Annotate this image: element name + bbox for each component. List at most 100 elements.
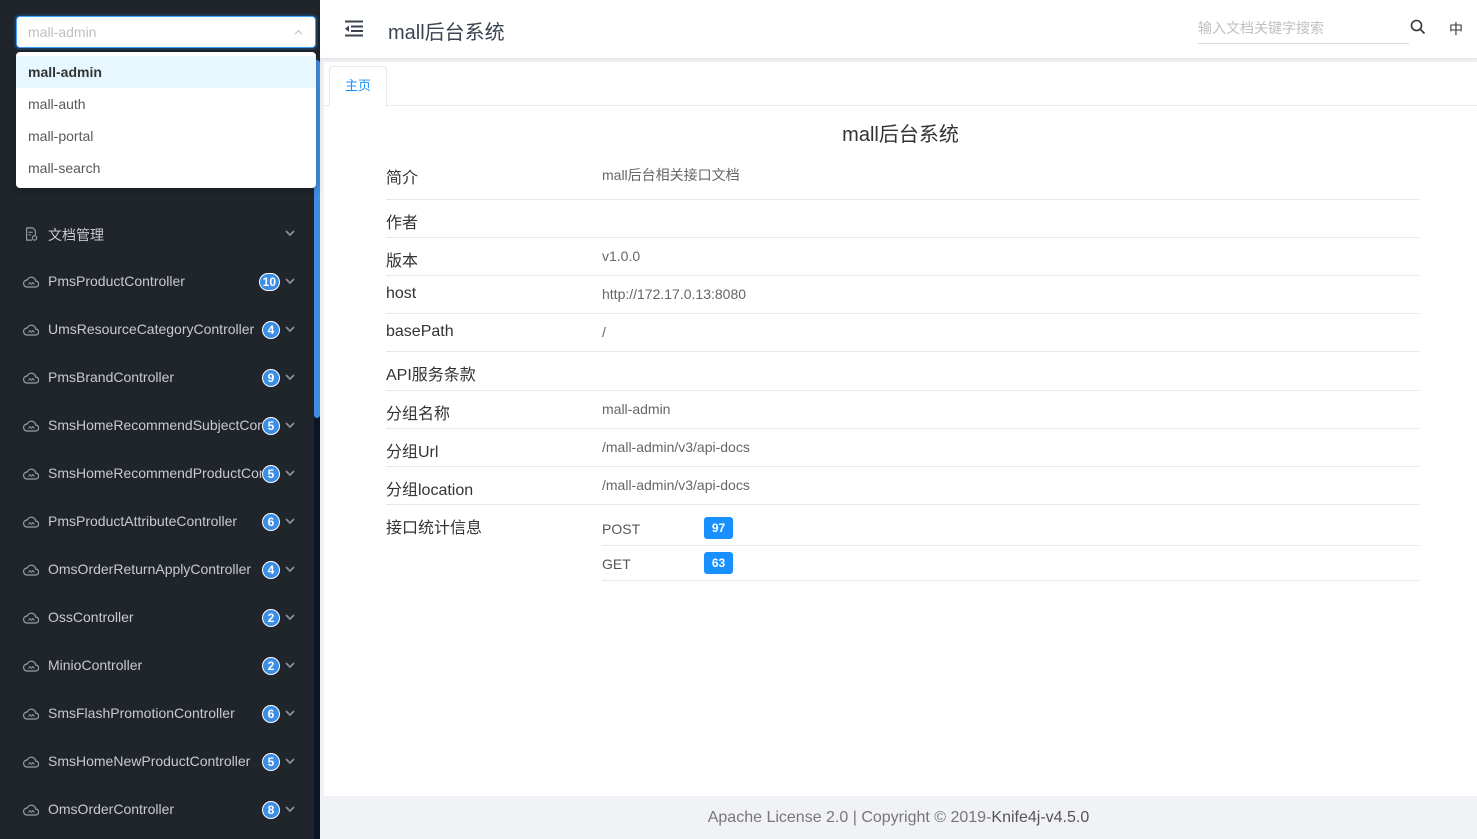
count-badge: 4 <box>262 561 280 579</box>
sidebar-item-controller[interactable]: SmsFlashPromotionController6 <box>0 694 314 734</box>
info-value: / <box>602 324 606 340</box>
count-badge: 5 <box>262 417 280 435</box>
info-row: 分组名称 mall-admin <box>386 391 1419 429</box>
stat-method: GET <box>602 556 631 572</box>
info-row: 分组location /mall-admin/v3/api-docs <box>386 467 1419 505</box>
info-row: basePath / <box>386 314 1419 352</box>
info-key: basePath <box>386 323 454 341</box>
info-row: 作者 <box>386 200 1419 238</box>
chevron-down-icon <box>285 230 295 237</box>
info-key: 作者 <box>386 209 418 233</box>
info-key: API服务条款 <box>386 361 476 385</box>
sidebar-item-label: SmsHomeRecommendSubjectController <box>48 417 262 433</box>
stat-count-badge: 63 <box>704 552 733 574</box>
stat-row-get: GET 63 <box>602 546 1419 581</box>
sidebar-item-controller[interactable]: OmsOrderReturnApplyController4 <box>0 550 314 590</box>
count-badge: 2 <box>262 657 280 675</box>
doc-search <box>1198 14 1409 44</box>
sidebar-item-controller[interactable]: SmsHomeRecommendProductController5 <box>0 454 314 494</box>
info-value: v1.0.0 <box>602 248 640 264</box>
info-key: 版本 <box>386 247 418 271</box>
chevron-up-icon <box>294 28 303 37</box>
chevron-down-icon <box>285 326 295 333</box>
sidebar-item-label: SmsHomeNewProductController <box>48 753 262 769</box>
info-key: 分组Url <box>386 438 438 462</box>
chevron-down-icon <box>285 614 295 621</box>
doc-title: mall后台系统 <box>324 118 1477 147</box>
sidebar-item-label: MinioController <box>48 657 262 673</box>
cloud-api-icon <box>23 707 39 721</box>
sidebar-item-controller[interactable]: PmsProductController10 <box>0 262 314 302</box>
group-dropdown-menu: mall-admin mall-auth mall-portal mall-se… <box>16 52 316 188</box>
chevron-down-icon <box>285 422 295 429</box>
cloud-api-icon <box>23 371 39 385</box>
footer: Apache License 2.0 | Copyright © 2019-Kn… <box>320 796 1477 839</box>
menu-fold-icon[interactable] <box>344 20 364 37</box>
sidebar-item-controller[interactable]: SmsHomeRecommendSubjectController5 <box>0 406 314 446</box>
info-row: API服务条款 <box>386 352 1419 391</box>
group-select-value: mall-admin <box>28 24 96 40</box>
dropdown-option-mall-search[interactable]: mall-search <box>16 152 316 184</box>
stat-count-badge: 97 <box>704 517 733 539</box>
count-badge: 2 <box>262 609 280 627</box>
sidebar-item-controller[interactable]: MinioController2 <box>0 646 314 686</box>
sidebar: 文档管理 PmsProductController10 UmsResourceCa… <box>0 0 320 839</box>
sidebar-item-controller[interactable]: PmsBrandController9 <box>0 358 314 398</box>
sidebar-item-doc-manage[interactable]: 文档管理 <box>0 214 314 254</box>
chevron-down-icon <box>285 758 295 765</box>
dropdown-option-mall-auth[interactable]: mall-auth <box>16 88 316 120</box>
info-row-stats: 接口统计信息 POST 97 GET 63 <box>386 505 1419 585</box>
sidebar-item-label: UmsResourceCategoryController <box>48 321 262 337</box>
info-key: 分组location <box>386 476 473 500</box>
chevron-down-icon <box>285 374 295 381</box>
group-select[interactable]: mall-admin <box>16 16 316 48</box>
sidebar-item-controller[interactable]: SmsHomeNewProductController5 <box>0 742 314 782</box>
info-key: 简介 <box>386 164 418 188</box>
tab-home[interactable]: 主页 <box>329 66 387 107</box>
info-row: 简介 mall后台相关接口文档 <box>386 154 1419 200</box>
chevron-down-icon <box>285 566 295 573</box>
sidebar-item-controller[interactable]: UmsResourceCategoryController4 <box>0 310 314 350</box>
dropdown-option-mall-admin[interactable]: mall-admin <box>16 56 316 88</box>
stat-row-post: POST 97 <box>602 511 1419 546</box>
search-icon[interactable] <box>1410 19 1426 35</box>
sidebar-item-controller[interactable]: OssController2 <box>0 598 314 638</box>
sidebar-item-label: OmsOrderController <box>48 801 262 817</box>
info-row: 分组Url /mall-admin/v3/api-docs <box>386 429 1419 467</box>
sidebar-item-label: PmsProductAttributeController <box>48 513 262 529</box>
sidebar-item-label: SmsHomeRecommendProductController <box>48 465 262 481</box>
doc-settings-icon <box>23 227 39 241</box>
count-badge: 9 <box>262 369 280 387</box>
cloud-api-icon <box>23 659 39 673</box>
cloud-api-icon <box>23 515 39 529</box>
cloud-api-icon <box>23 419 39 433</box>
info-row: host http://172.17.0.13:8080 <box>386 276 1419 314</box>
cloud-api-icon <box>23 323 39 337</box>
info-row: 版本 v1.0.0 <box>386 238 1419 276</box>
info-value: /mall-admin/v3/api-docs <box>602 477 750 493</box>
chevron-down-icon <box>285 278 295 285</box>
info-value: http://172.17.0.13:8080 <box>602 286 746 302</box>
main-content: 主页 mall后台系统 简介 mall后台相关接口文档 作者 版本 v1.0.0… <box>324 62 1477 796</box>
info-value: mall-admin <box>602 401 670 417</box>
doc-info-table: 简介 mall后台相关接口文档 作者 版本 v1.0.0 host http:/… <box>386 154 1419 585</box>
sidebar-item-controller[interactable]: OmsOrderController8 <box>0 790 314 830</box>
cloud-api-icon <box>23 611 39 625</box>
sidebar-item-label: PmsProductController <box>48 273 262 289</box>
language-switch[interactable]: 中 <box>1449 19 1463 39</box>
count-badge: 4 <box>262 321 280 339</box>
chevron-down-icon <box>285 518 295 525</box>
chevron-down-icon <box>285 662 295 669</box>
info-key: 分组名称 <box>386 400 450 424</box>
chevron-down-icon <box>285 806 295 813</box>
count-badge: 6 <box>262 513 280 531</box>
cloud-api-icon <box>23 755 39 769</box>
app-title: mall后台系统 <box>388 16 505 45</box>
doc-search-input[interactable] <box>1198 14 1409 42</box>
sidebar-item-label: OssController <box>48 609 262 625</box>
sidebar-item-controller[interactable]: PmsProductAttributeController6 <box>0 502 314 542</box>
count-badge: 10 <box>259 273 280 291</box>
info-key: 接口统计信息 <box>386 514 482 538</box>
dropdown-option-mall-portal[interactable]: mall-portal <box>16 120 316 152</box>
count-badge: 8 <box>262 801 280 819</box>
